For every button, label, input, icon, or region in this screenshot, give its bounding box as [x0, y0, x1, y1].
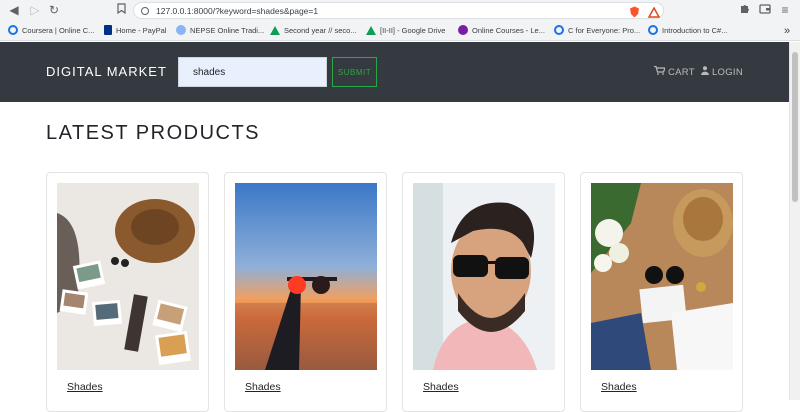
nepse-icon	[176, 25, 186, 35]
bookmark-icon[interactable]	[113, 2, 129, 18]
bookmark-item[interactable]: Second year // seco...	[270, 24, 357, 38]
product-image[interactable]	[413, 183, 555, 370]
menu-icon[interactable]: ≡	[777, 2, 793, 18]
url-text: 127.0.0.1:8000/?keyword=shades&page=1	[156, 6, 319, 16]
cart-link[interactable]: CART	[654, 65, 695, 78]
brand-logo[interactable]: DIGITAL MARKET	[46, 64, 167, 79]
google-drive-icon	[366, 26, 376, 35]
coursera-icon	[8, 25, 18, 35]
reload-icon[interactable]: ↻	[46, 2, 62, 18]
product-title-link[interactable]: Shades	[245, 381, 281, 393]
bookmarks-bar: Coursera | Online C... Home - PayPal NEP…	[0, 21, 800, 41]
browser-toolbar: ◀ ▷ ↻ 127.0.0.1:8000/?keyword=shades&pag…	[0, 0, 800, 21]
product-card[interactable]: Shades	[580, 172, 743, 412]
product-title-link[interactable]: Shades	[601, 381, 637, 393]
product-title-link[interactable]: Shades	[67, 381, 103, 393]
product-card[interactable]: Shades	[402, 172, 565, 412]
coursera-icon	[554, 25, 564, 35]
google-drive-icon	[270, 26, 280, 35]
address-bar[interactable]: 127.0.0.1:8000/?keyword=shades&page=1	[133, 2, 664, 19]
page-title: LATEST PRODUCTS	[46, 122, 261, 144]
submit-button[interactable]: SUBMIT	[332, 57, 377, 87]
online-courses-icon	[458, 25, 468, 35]
back-icon[interactable]: ◀	[6, 2, 22, 18]
login-label: LOGIN	[711, 67, 744, 78]
login-link[interactable]: LOGIN	[701, 66, 743, 78]
bookmark-item[interactable]: Home - PayPal	[104, 24, 166, 38]
coursera-icon	[648, 25, 658, 35]
product-card[interactable]: Shades	[224, 172, 387, 412]
product-image[interactable]	[57, 183, 199, 370]
forward-icon[interactable]: ▷	[27, 2, 43, 18]
product-image[interactable]	[235, 183, 377, 370]
bookmark-item[interactable]: C for Everyone: Pro...	[554, 24, 640, 38]
product-title-link[interactable]: Shades	[423, 381, 459, 393]
cart-icon	[654, 65, 668, 78]
bookmark-item[interactable]: Introduction to C#...	[648, 24, 727, 38]
search-input[interactable]	[178, 57, 327, 87]
bookmark-item[interactable]: [II-II] - Google Drive	[366, 24, 445, 38]
user-icon	[701, 66, 712, 78]
bookmark-item[interactable]: NEPSE Online Tradi...	[176, 24, 264, 38]
product-image[interactable]	[591, 183, 733, 370]
page-scrollbar[interactable]	[789, 42, 800, 400]
bookmark-item[interactable]: Coursera | Online C...	[8, 24, 94, 38]
info-icon[interactable]	[141, 7, 149, 15]
paypal-icon	[104, 25, 112, 35]
more-bookmarks-icon[interactable]: »	[784, 24, 790, 38]
wallet-icon[interactable]	[757, 2, 773, 18]
extensions-icon[interactable]	[736, 2, 752, 18]
product-card[interactable]: Shades	[46, 172, 209, 412]
scrollbar-thumb[interactable]	[792, 52, 798, 202]
cart-label: CART	[667, 67, 695, 78]
bookmark-item[interactable]: Online Courses - Le...	[458, 24, 545, 38]
